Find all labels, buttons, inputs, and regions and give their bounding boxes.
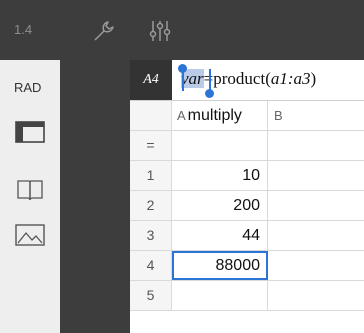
sliders-icon[interactable]: [147, 18, 173, 44]
selection-end-handle[interactable]: [205, 89, 214, 98]
left-sidebar: RAD: [0, 60, 60, 333]
table-row: 5: [130, 281, 364, 311]
cell-b2[interactable]: [268, 191, 364, 220]
formula-text: =product(: [203, 69, 271, 88]
corner-cell: [130, 101, 172, 130]
book-icon[interactable]: [13, 176, 47, 204]
image-icon[interactable]: [13, 221, 47, 249]
formula-bar[interactable]: A4 var=product(a1:a3): [130, 60, 364, 101]
sidebar-strip: [60, 60, 130, 333]
formula-cell-a[interactable]: [172, 131, 268, 160]
formula-argument: a1:a3: [270, 69, 311, 88]
cell-b1[interactable]: [268, 161, 364, 190]
row-number: 3: [130, 221, 172, 250]
layout-icon[interactable]: [13, 118, 47, 146]
cell-reference: A4: [130, 60, 172, 100]
formula-input[interactable]: var=product(a1:a3): [181, 69, 316, 89]
cell-b5[interactable]: [268, 281, 364, 310]
selection-end-line: [209, 69, 211, 91]
table-row: 1 10: [130, 161, 364, 191]
row-number: 2: [130, 191, 172, 220]
formula-row-label: =: [130, 131, 172, 160]
column-header-row: Amultiply B: [130, 101, 364, 131]
table-row: 4 88000: [130, 251, 364, 281]
cell-b4[interactable]: [268, 251, 364, 280]
wrench-icon[interactable]: [90, 18, 116, 44]
cell-a4-selected[interactable]: 88000: [172, 251, 268, 280]
spreadsheet-grid: Amultiply B = 1 10 2 200 3 44 4 88000 5: [130, 101, 364, 311]
selection-start-handle[interactable]: [178, 64, 187, 73]
page-tab-label[interactable]: 1.4: [14, 22, 32, 37]
row-number: 5: [130, 281, 172, 310]
formula-close: ): [310, 69, 317, 88]
angle-mode-indicator[interactable]: RAD: [14, 80, 41, 95]
row-number: 1: [130, 161, 172, 190]
top-toolbar: 1.4: [0, 0, 364, 60]
column-b-header[interactable]: B: [268, 101, 364, 130]
column-a-header[interactable]: Amultiply: [172, 101, 268, 130]
cell-a3[interactable]: 44: [172, 221, 268, 250]
formula-row: =: [130, 131, 364, 161]
column-a-letter: A: [177, 108, 186, 123]
formula-cell-b[interactable]: [268, 131, 364, 160]
table-row: 2 200: [130, 191, 364, 221]
cell-a1[interactable]: 10: [172, 161, 268, 190]
column-a-name: multiply: [187, 107, 242, 124]
cell-a5[interactable]: [172, 281, 268, 310]
cell-a2[interactable]: 200: [172, 191, 268, 220]
cell-b3[interactable]: [268, 221, 364, 250]
row-number: 4: [130, 251, 172, 280]
table-row: 3 44: [130, 221, 364, 251]
